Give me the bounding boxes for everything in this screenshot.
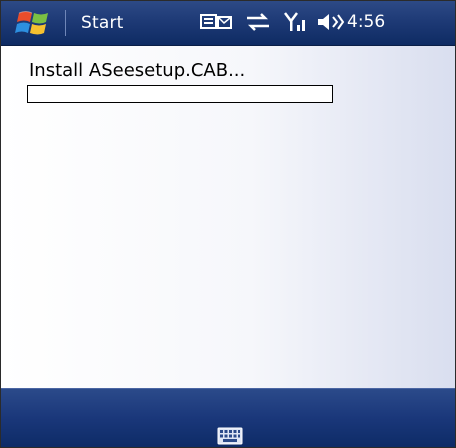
windows-logo-icon [15, 11, 48, 35]
install-status-text: Install ASeesetup.CAB... [29, 60, 246, 81]
start-label: Start [81, 13, 124, 33]
connectivity-icon[interactable] [244, 9, 272, 35]
install-progress-bar [27, 85, 333, 103]
keyboard-icon[interactable] [217, 427, 243, 445]
title-bar: Start 4:56 [1, 1, 455, 46]
device-screen: Start 4:56 Install ASeesetup.CAB... [0, 0, 456, 448]
start-button[interactable]: Start [1, 1, 151, 45]
clock[interactable]: 4:56 [347, 12, 385, 32]
volume-icon[interactable] [315, 9, 345, 35]
signal-icon[interactable] [283, 9, 309, 35]
title-divider [65, 10, 66, 36]
install-content: Install ASeesetup.CAB... [1, 46, 455, 388]
soft-key-bar [1, 388, 455, 447]
notification-icon[interactable] [199, 9, 233, 35]
